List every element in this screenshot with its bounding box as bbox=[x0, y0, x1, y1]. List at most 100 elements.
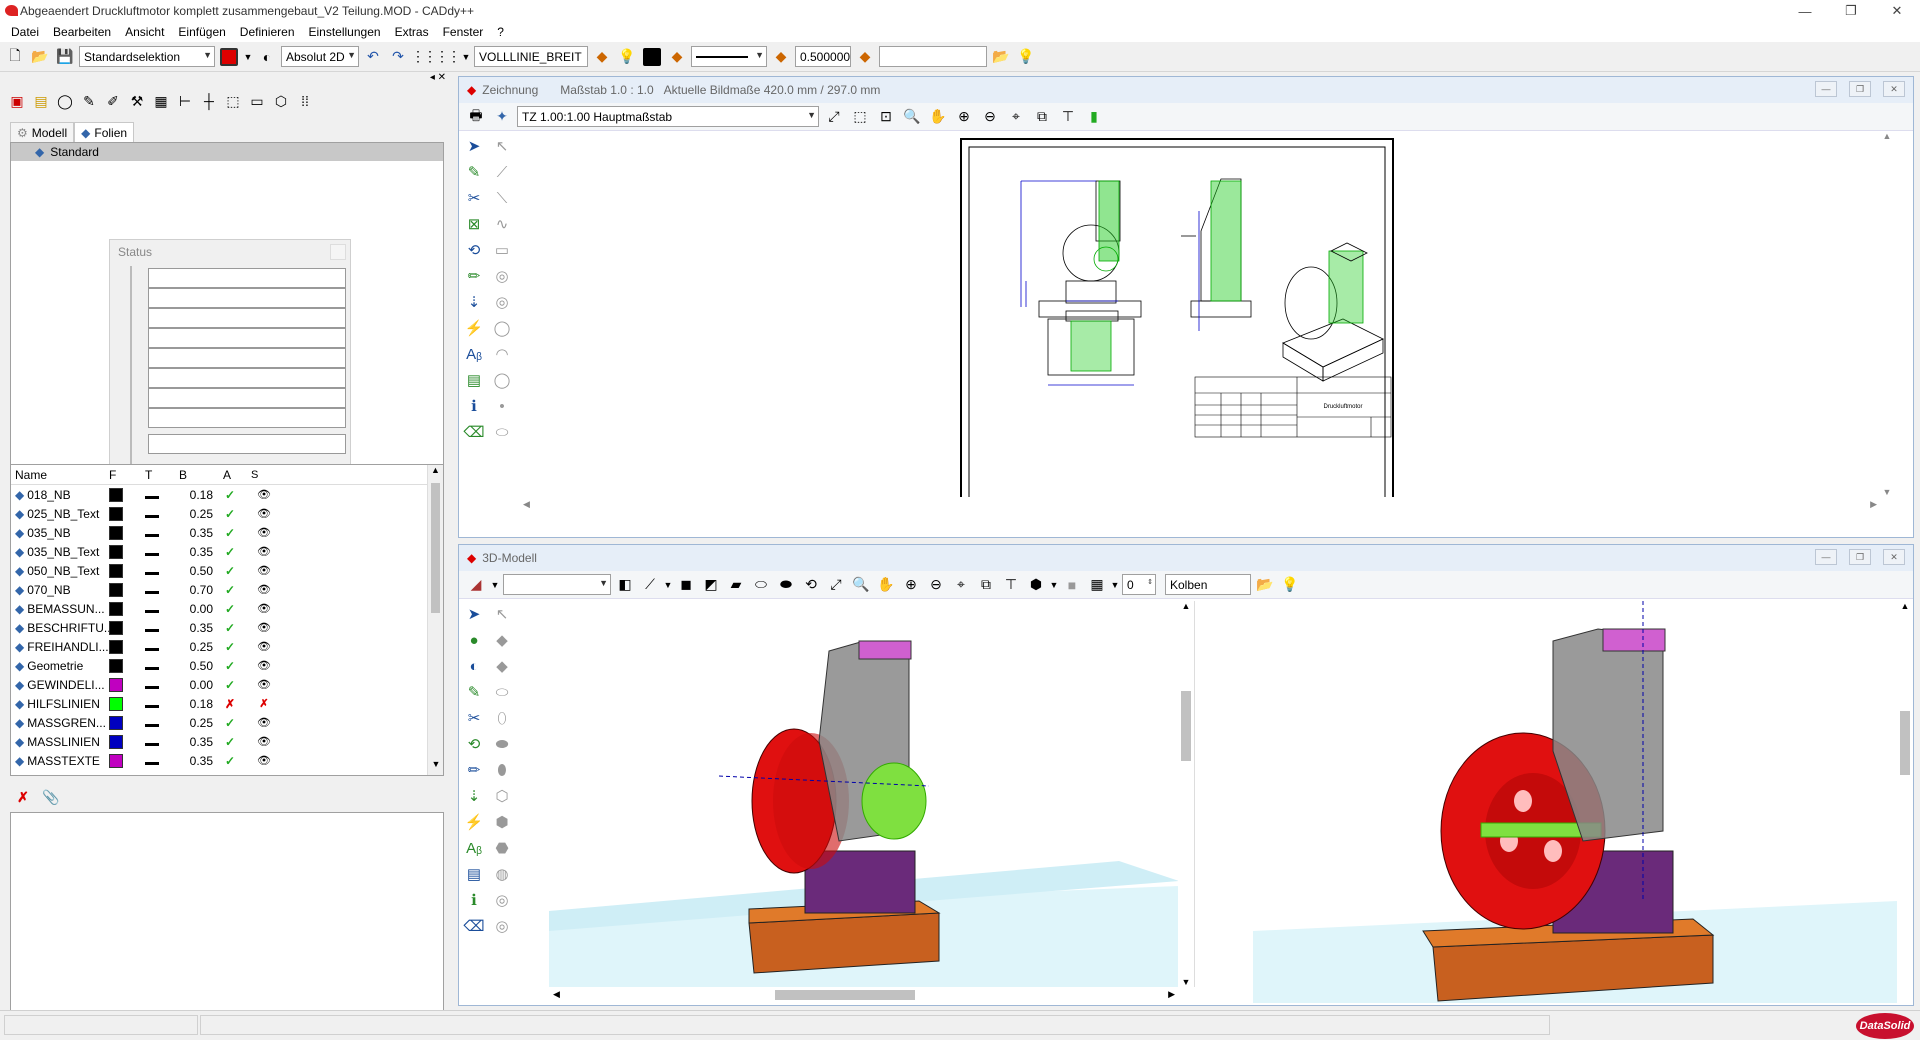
layer-visible-toggle[interactable]: 👁 bbox=[247, 526, 281, 539]
layer-row[interactable]: ◆ 025_NB_Text 0.25 ✓ 👁 bbox=[11, 504, 443, 523]
new-file-icon[interactable]: 🗋 bbox=[4, 46, 26, 68]
layer-row[interactable]: ◆ MASSLINIEN 0.35 ✓ 👁 bbox=[11, 732, 443, 751]
ruler-icon[interactable]: ⊤ bbox=[1000, 574, 1022, 596]
layer-color[interactable] bbox=[109, 487, 145, 502]
linetype-select[interactable]: VOLLLINIE_BREIT bbox=[474, 46, 588, 67]
viewport-left-hscroll[interactable]: ◀ ▶ bbox=[549, 987, 1195, 1003]
model3d-tool-13-icon[interactable]: ⬮ bbox=[489, 759, 515, 781]
layer-row[interactable]: ◆ GEWINDELI... 0.00 ✓ 👁 bbox=[11, 675, 443, 694]
layer-color[interactable] bbox=[109, 753, 145, 768]
layer-linetype[interactable] bbox=[145, 545, 179, 559]
dots-icon[interactable]: ⁞⁞ bbox=[294, 90, 316, 112]
mesh-icon[interactable]: ▦ bbox=[1086, 574, 1108, 596]
hatch-icon[interactable]: ▦ bbox=[150, 90, 172, 112]
cylinder-icon[interactable]: ⬭ bbox=[750, 574, 772, 596]
layer-row[interactable]: ◆ MASSTEXTE 0.35 ✓ 👁 bbox=[11, 751, 443, 770]
layer-active-toggle[interactable]: ✓ bbox=[213, 678, 247, 692]
extrude-icon[interactable]: ◧ bbox=[614, 574, 636, 596]
layer-linetype[interactable] bbox=[145, 602, 179, 616]
drawing-tool-14-icon[interactable]: ⚡ bbox=[461, 317, 487, 339]
drawing-tool-20-icon[interactable]: ℹ bbox=[461, 395, 487, 417]
layer-color[interactable] bbox=[109, 677, 145, 692]
drawing-tool-11-icon[interactable]: ◎ bbox=[489, 265, 515, 287]
undo-icon[interactable]: ↶ bbox=[362, 46, 384, 68]
layer-panel-icon[interactable]: ▣ bbox=[6, 90, 28, 112]
drawing-canvas[interactable]: Druckluftmotor ▲ ▼ ◀ ▶ bbox=[521, 131, 1895, 514]
drawing-tool-9-icon[interactable]: ▭ bbox=[489, 239, 515, 261]
model3d-tool-4-icon[interactable]: ◐ bbox=[461, 655, 487, 677]
layer-row[interactable]: ◆ 035_NB_Text 0.35 ✓ 👁 bbox=[11, 542, 443, 561]
layer-linetype[interactable] bbox=[145, 526, 179, 540]
layer-linetype[interactable] bbox=[145, 583, 179, 597]
line-width-input[interactable]: 0.500000 bbox=[795, 46, 851, 67]
shade-icon[interactable]: ■ bbox=[1061, 574, 1083, 596]
layer-linetype[interactable] bbox=[145, 716, 179, 730]
model3d-tool-9-icon[interactable]: ⬯ bbox=[489, 707, 515, 729]
drawing-tool-7-icon[interactable]: ∿ bbox=[489, 213, 515, 235]
minimize-button[interactable]: — bbox=[1815, 549, 1837, 565]
layer-row[interactable]: ◆ 018_NB 0.18 ✓ 👁 bbox=[11, 485, 443, 504]
drawing-tool-8-icon[interactable]: ⟲ bbox=[461, 239, 487, 261]
zoom-window-icon[interactable]: ⬚ bbox=[849, 106, 871, 128]
layer-color[interactable] bbox=[109, 620, 145, 635]
zoom-out-icon[interactable]: ⊖ bbox=[925, 574, 947, 596]
circle-icon[interactable]: ◯ bbox=[54, 90, 76, 112]
drawing-tool-17-icon[interactable]: ◠ bbox=[489, 343, 515, 365]
magnifier-icon[interactable]: 🔍 bbox=[901, 106, 923, 128]
layer-active-toggle[interactable]: ✓ bbox=[213, 621, 247, 635]
bulb-icon[interactable]: 💡 bbox=[1015, 46, 1037, 68]
layer-linetype[interactable] bbox=[145, 697, 179, 711]
zoom-in-icon[interactable]: ⊕ bbox=[900, 574, 922, 596]
model3d-tool-2-icon[interactable]: ● bbox=[461, 629, 487, 651]
layer-active-toggle[interactable]: ✓ bbox=[213, 640, 247, 654]
menu-einstellungen[interactable]: Einstellungen bbox=[302, 25, 388, 39]
tab-modell[interactable]: ⚙ Modell bbox=[10, 122, 75, 142]
layer-visible-toggle[interactable]: 👁 bbox=[247, 678, 281, 691]
chevron-down-icon[interactable]: ▼ bbox=[1050, 574, 1059, 596]
zoom-in-icon[interactable]: ⊕ bbox=[953, 106, 975, 128]
model3d-tool-7-icon[interactable]: ⬭ bbox=[489, 681, 515, 703]
bulb-icon[interactable]: 💡 bbox=[616, 46, 638, 68]
layer-visible-toggle[interactable]: 👁 bbox=[247, 564, 281, 577]
model3d-tool-20-icon[interactable]: ▤ bbox=[461, 863, 487, 885]
viewport-right-vscroll[interactable]: ▲ bbox=[1897, 601, 1913, 1003]
layer-color[interactable] bbox=[109, 734, 145, 749]
tab-folien[interactable]: ◆ Folien bbox=[74, 122, 135, 142]
drawing-tool-3-icon[interactable]: ⟋ bbox=[489, 161, 515, 183]
ruler-icon[interactable]: ⊤ bbox=[1057, 106, 1079, 128]
layer-active-toggle[interactable]: ✓ bbox=[213, 545, 247, 559]
col-a[interactable]: A bbox=[213, 468, 247, 482]
close-button[interactable]: ✕ bbox=[1874, 0, 1920, 22]
part-name-field[interactable]: Kolben bbox=[1165, 574, 1251, 595]
model3d-tool-18-icon[interactable]: Aᵦ bbox=[461, 837, 487, 859]
text-input[interactable] bbox=[879, 46, 987, 67]
layer-row[interactable]: ◆ BESCHRIFTU... 0.35 ✓ 👁 bbox=[11, 618, 443, 637]
drawing-tool-15-icon[interactable]: ◯ bbox=[489, 317, 515, 339]
layer-linetype[interactable] bbox=[145, 640, 179, 654]
measure-icon[interactable]: ⊢ bbox=[174, 90, 196, 112]
zoom-prev-icon[interactable]: ⧉ bbox=[975, 574, 997, 596]
redo-icon[interactable]: ↷ bbox=[387, 46, 409, 68]
zoom-icon[interactable]: ⤢ bbox=[823, 106, 845, 128]
viewport-left[interactable]: ▲ ▼ ◀ ▶ bbox=[549, 601, 1195, 1003]
layer-visible-toggle[interactable]: 👁 bbox=[247, 507, 281, 520]
zoom-fit-icon[interactable]: ⌖ bbox=[950, 574, 972, 596]
linestyle-select[interactable]: ▼ bbox=[691, 46, 767, 67]
layer-icon[interactable]: ◆ bbox=[591, 46, 613, 68]
drawing-tool-22-icon[interactable]: ⌫ bbox=[461, 421, 487, 443]
layer-row[interactable]: ◆ 035_NB 0.35 ✓ 👁 bbox=[11, 523, 443, 542]
layer-linetype[interactable] bbox=[145, 621, 179, 635]
sketch-icon[interactable]: ⟋ bbox=[639, 574, 661, 596]
layer-linetype[interactable] bbox=[145, 659, 179, 673]
layer-linetype[interactable] bbox=[145, 678, 179, 692]
zoom-all-icon[interactable]: ⊡ bbox=[875, 106, 897, 128]
menu-definieren[interactable]: Definieren bbox=[233, 25, 302, 39]
layer-linetype[interactable] bbox=[145, 488, 179, 502]
layer-icon[interactable]: ◆ bbox=[770, 46, 792, 68]
sphere-icon[interactable]: ⬬ bbox=[775, 574, 797, 596]
part-icon[interactable]: ⬡ bbox=[270, 90, 292, 112]
drawing-tool-5-icon[interactable]: ⟍ bbox=[489, 187, 515, 209]
drawing-tool-1-icon[interactable]: ↖ bbox=[489, 135, 515, 157]
chevron-down-icon[interactable]: ▼ bbox=[243, 46, 253, 68]
layer-active-toggle[interactable]: ✓ bbox=[213, 507, 247, 521]
